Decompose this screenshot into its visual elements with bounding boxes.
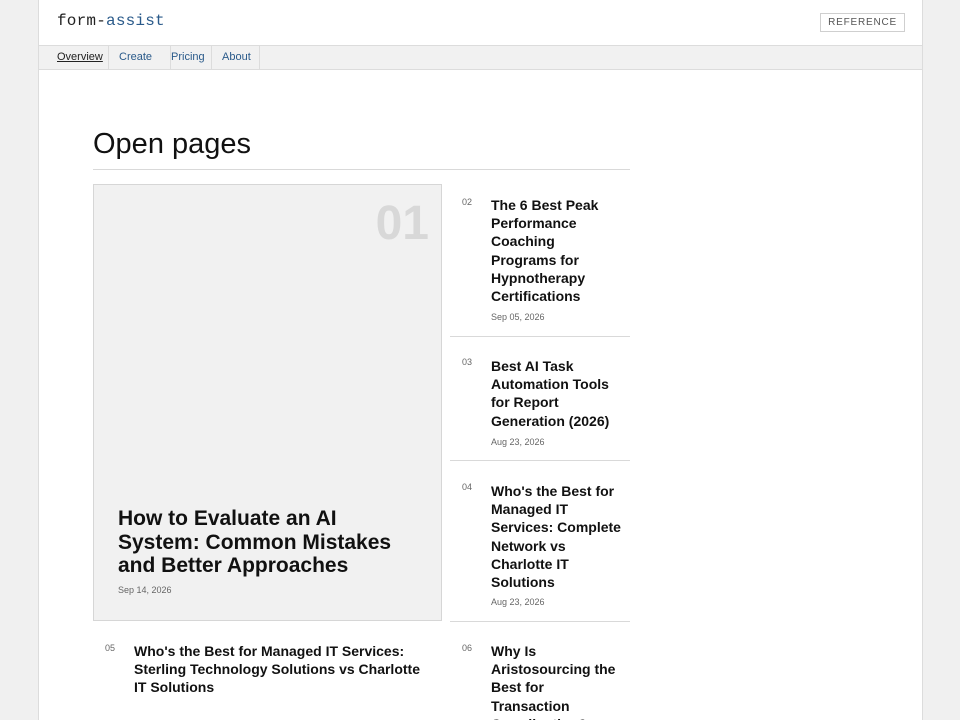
title-divider [93, 169, 630, 170]
featured-article-card[interactable]: 01 How to Evaluate an AI System: Common … [93, 184, 442, 621]
article-number: 02 [462, 197, 473, 207]
article-number: 03 [462, 357, 473, 367]
article-number: 04 [462, 482, 473, 492]
featured-article-title[interactable]: How to Evaluate an AI System: Common Mis… [118, 507, 418, 578]
article-item-02[interactable]: 02 The 6 Best Peak Performance Coaching … [450, 184, 630, 337]
article-title[interactable]: Who's the Best for Managed IT Services: … [491, 482, 621, 591]
tab-about[interactable]: About [212, 46, 260, 69]
logo-text-part2: assist [106, 12, 165, 30]
featured-article-number: 01 [375, 197, 429, 250]
nav-bar: Overview Create Pricing About [39, 46, 922, 70]
page-frame: form-assist REFERENCE Overview Create Pr… [38, 0, 923, 720]
article-title[interactable]: Why Is Aristosourcing the Best for Trans… [491, 642, 621, 720]
article-number: 06 [462, 643, 473, 653]
featured-article-date: Sep 14, 2026 [118, 585, 172, 595]
article-date: Sep 05, 2026 [491, 312, 545, 322]
logo-text-part1: form- [57, 12, 107, 30]
article-item-05[interactable]: 05 Who's the Best for Managed IT Service… [93, 622, 442, 720]
top-bar: form-assist REFERENCE [39, 0, 922, 46]
article-item-03[interactable]: 03 Best AI Task Automation Tools for Rep… [450, 337, 630, 461]
article-date: Aug 23, 2026 [491, 597, 545, 607]
site-logo[interactable]: form-assist [57, 12, 165, 30]
article-title[interactable]: Who's the Best for Managed IT Services: … [134, 642, 434, 697]
reference-button[interactable]: REFERENCE [820, 13, 905, 32]
article-item-06[interactable]: 06 Why Is Aristosourcing the Best for Tr… [450, 622, 630, 720]
tab-pricing[interactable]: Pricing [161, 46, 212, 69]
article-date: Aug 23, 2026 [491, 437, 545, 447]
section-title: Open pages [93, 128, 252, 160]
article-number: 05 [105, 643, 116, 653]
article-item-04[interactable]: 04 Who's the Best for Managed IT Service… [450, 461, 630, 622]
tab-overview[interactable]: Overview [47, 46, 109, 69]
article-title[interactable]: The 6 Best Peak Performance Coaching Pro… [491, 196, 619, 305]
article-title[interactable]: Best AI Task Automation Tools for Report… [491, 357, 619, 430]
